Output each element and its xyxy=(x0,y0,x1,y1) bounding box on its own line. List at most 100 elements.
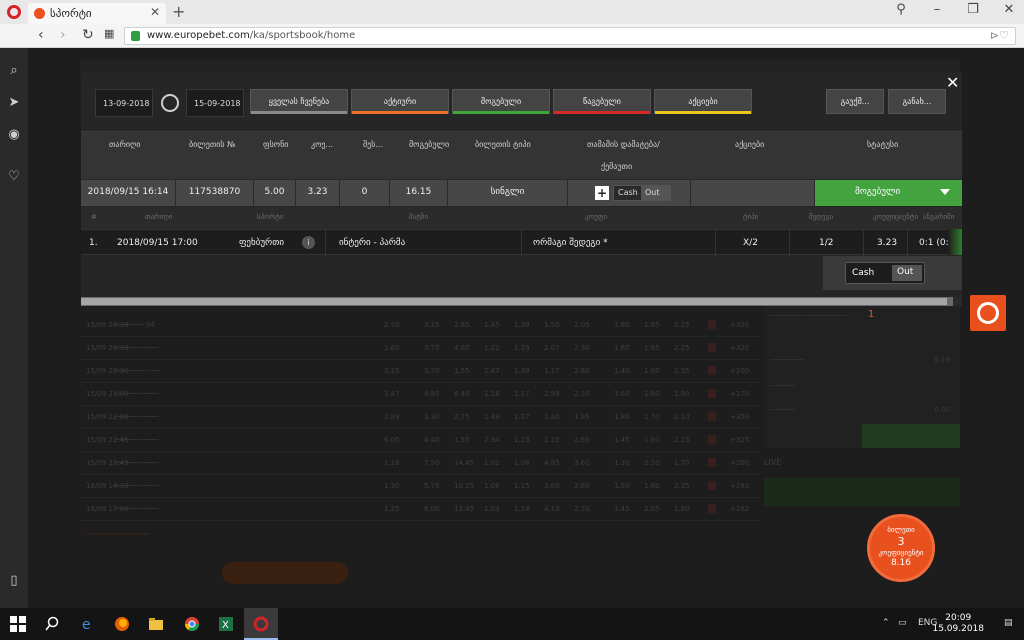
window-pin-icon[interactable]: ⚲ xyxy=(894,2,908,17)
browser-titlebar: სპორტი ✕ + ⚲ – ❐ ✕ xyxy=(0,0,1024,24)
refresh-button[interactable]: განახ... xyxy=(888,89,946,114)
svg-text:X: X xyxy=(222,620,229,631)
search-icon[interactable]: ⌕ xyxy=(7,64,21,78)
sub-col-sport: სპორტი xyxy=(257,213,284,221)
sub-col-coef: კოეფი xyxy=(585,213,608,221)
window-controls: ⚲ – ❐ ✕ xyxy=(894,2,1016,17)
scrollbar-thumb[interactable] xyxy=(81,298,947,305)
ticket-cashout-button[interactable]: Cash Out xyxy=(613,185,671,201)
background-section-title: ────── ───── xyxy=(86,530,149,540)
col-win: მოგებული xyxy=(409,140,450,149)
maximize-icon[interactable]: ❐ xyxy=(966,2,980,17)
selection-market: ორმაგი შედეგი * xyxy=(533,238,608,248)
close-window-icon[interactable]: ✕ xyxy=(1002,2,1016,17)
opera-menu-icon[interactable] xyxy=(7,5,21,19)
chevron-down-icon[interactable] xyxy=(940,189,950,195)
cashout-button[interactable]: Cash Out xyxy=(845,262,925,284)
ticket-date: 2018/09/15 16:14 xyxy=(81,180,176,206)
windows-start-icon[interactable] xyxy=(10,616,26,632)
opera-sidebar: ⌕ ➤ ◉ ♡ ▯ xyxy=(0,48,28,608)
support-button[interactable] xyxy=(970,295,1006,331)
search-icon[interactable] xyxy=(44,616,60,632)
background-row: 15/09 22:45 ───── ───── 1.18 7.50 14.45 1.02 1… xyxy=(80,452,760,475)
filter-won-button[interactable]: მოგებული xyxy=(452,89,550,114)
filter-all-button[interactable]: ყველას ჩვენება xyxy=(250,89,348,114)
horizontal-scrollbar[interactable] xyxy=(81,297,962,306)
info-icon[interactable]: i xyxy=(302,236,315,249)
background-place-bet xyxy=(862,424,960,448)
column-divider xyxy=(325,230,326,256)
out-label: Out xyxy=(641,186,671,200)
file-explorer-icon[interactable] xyxy=(148,616,164,632)
speed-dial-icon[interactable]: ▦ xyxy=(104,27,114,40)
date-from-field[interactable]: 13-09-2018 xyxy=(95,89,153,117)
sub-col-index: # xyxy=(91,213,97,221)
modal-close-icon[interactable]: ✕ xyxy=(946,73,959,92)
minimize-icon[interactable]: – xyxy=(930,2,944,17)
sidebar-toggle-icon[interactable]: ▯ xyxy=(7,574,21,588)
url-field[interactable]: www.europebet.com/ka/sportsbook/home ⊳♡ xyxy=(124,27,1016,45)
firefox-icon[interactable] xyxy=(114,616,130,632)
heart-icon[interactable]: ♡ xyxy=(7,170,21,184)
ticket-odds: 3.23 xyxy=(296,180,340,206)
forward-icon[interactable]: › xyxy=(60,27,66,43)
edge-icon[interactable]: e xyxy=(80,616,96,632)
tab-title: სპორტი xyxy=(50,7,92,20)
ticket-status[interactable]: მოგებული xyxy=(815,180,962,206)
selection-table-header: # თარიღი სპორტი მატჩი კოეფი ტიპი შედეგი … xyxy=(81,207,962,229)
date-swap-icon[interactable] xyxy=(161,94,179,112)
ticket-paid: 0 xyxy=(340,180,390,206)
notifications-icon[interactable]: ▤ xyxy=(1004,618,1013,628)
selection-result: 1/2 xyxy=(819,238,834,248)
col-paid: შეს... xyxy=(363,140,384,149)
tray-chevron-icon[interactable]: ⌃ xyxy=(882,618,890,628)
excel-icon[interactable]: X xyxy=(218,616,234,632)
address-bar: ‹ › ↻ ▦ www.europebet.com/ka/sportsbook/… xyxy=(0,24,1024,48)
sub-col-type: ტიპი xyxy=(743,213,759,221)
tab-favicon-icon xyxy=(34,8,45,19)
new-tab-icon[interactable]: + xyxy=(172,2,185,21)
col-date: თარიღი xyxy=(109,140,141,149)
reload-icon[interactable]: ↻ xyxy=(82,27,94,43)
opera-icon xyxy=(253,616,269,632)
filter-lost-button[interactable]: წაგებული xyxy=(553,89,651,114)
status-label: მოგებული xyxy=(855,187,901,197)
cashout-out-label: Out xyxy=(892,265,922,281)
column-divider xyxy=(789,230,790,256)
bookmark-icon[interactable]: ⊳♡ xyxy=(990,29,1009,42)
cancel-button[interactable]: გაუქმ... xyxy=(826,89,884,114)
date-to-field[interactable]: 15-09-2018 xyxy=(186,89,244,117)
browser-tab[interactable]: სპორტი ✕ xyxy=(28,3,166,24)
filter-active-button[interactable]: აქტიური xyxy=(351,89,449,114)
ticket-stake: 5.00 xyxy=(254,180,296,206)
send-icon[interactable]: ➤ xyxy=(7,96,21,110)
col-promotions: აქციები xyxy=(735,140,765,149)
background-row: 16/09 17:00 ───── ───── 1.25 6.00 13.45 1.03 1… xyxy=(80,498,760,521)
network-icon[interactable]: ▭ xyxy=(898,618,907,628)
chrome-icon[interactable] xyxy=(184,616,200,632)
opera-taskbar-button[interactable] xyxy=(244,608,278,640)
background-row: 15/09 20:30 ─────── 04 2.70 3.15 2.85 1.45 1.3… xyxy=(80,314,760,337)
cash-label: Cash xyxy=(618,188,638,197)
add-game-icon[interactable]: + xyxy=(595,186,609,200)
filter-promotions-button[interactable]: აქციები xyxy=(654,89,752,114)
betslip-bubble[interactable]: ბილეთი 3 კოეფიციენტი 8.16 xyxy=(867,514,935,582)
selection-index: 1. xyxy=(89,238,98,248)
taskbar-clock[interactable]: 20:09 15.09.2018 xyxy=(932,613,984,635)
ticket-number: 117538870 xyxy=(176,180,254,206)
selection-odds: 3.23 xyxy=(877,238,898,248)
ticket-row[interactable]: 2018/09/15 16:14 117538870 5.00 3.23 0 1… xyxy=(81,180,962,206)
windows-taskbar: e X ⌃ ▭ ENG 20:09 15.09.2018 ▤ xyxy=(0,608,1024,640)
background-row: 16/09 14:30 ───── ───── 1.30 5.75 10.25 1.06 1… xyxy=(80,475,760,498)
back-icon[interactable]: ‹ xyxy=(38,27,44,43)
selection-type: X/2 xyxy=(743,238,758,248)
col-ticket-number: ბილეთის № xyxy=(189,140,236,149)
column-divider xyxy=(521,230,522,256)
camera-icon[interactable]: ◉ xyxy=(7,128,21,142)
col-odds: კოე... xyxy=(311,140,334,149)
lock-icon xyxy=(131,31,140,41)
tab-close-icon[interactable]: ✕ xyxy=(150,5,160,19)
background-row: 15/09 22:00 ───── ───── 2.89 3.30 2.75 1.49 1.… xyxy=(80,406,760,429)
filter-won-bar xyxy=(453,111,549,114)
col-cashout: ქეშაუთი xyxy=(601,162,633,171)
